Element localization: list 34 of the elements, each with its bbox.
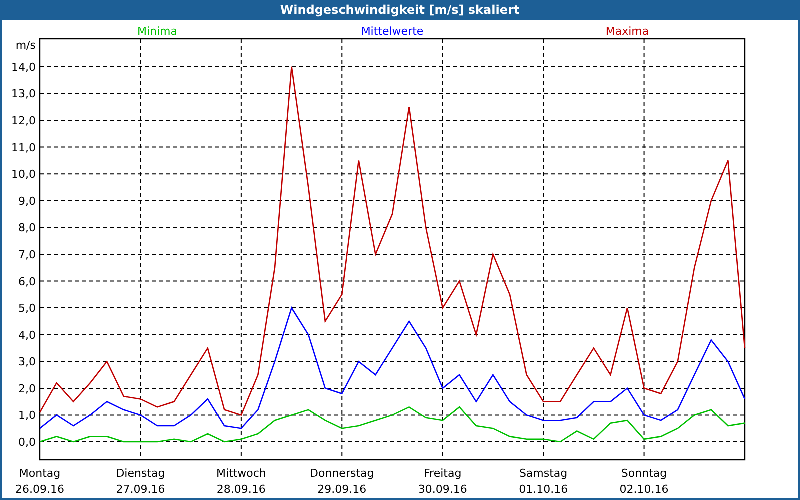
date-label: 01.10.16	[519, 483, 568, 496]
x-tick-label: Freitag	[424, 467, 462, 480]
x-tick-label: Donnerstag	[310, 467, 374, 480]
x-tick-label: Dienstag	[116, 467, 166, 480]
window-title: Windgeschwindigkeit [m/s] skaliert	[0, 0, 800, 20]
x-tick-label: Mittwoch	[216, 467, 266, 480]
date-label: 28.09.16	[216, 483, 266, 496]
legend-label: Minima	[137, 25, 178, 38]
y-tick-label: 14,0	[12, 60, 36, 74]
y-tick-label: 9,0	[18, 194, 36, 208]
y-tick-label: 11,0	[12, 141, 36, 154]
y-tick-label: 0,0	[18, 436, 36, 450]
y-tick-label: 1,0	[18, 409, 36, 422]
x-tick-label: Sonntag	[621, 467, 668, 480]
date-label: 26.09.16	[16, 483, 64, 496]
y-tick-label: 2,0	[18, 382, 36, 396]
date-label: 02.10.16	[620, 483, 669, 496]
legend-label: Maxima	[606, 25, 650, 38]
date-label: 30.09.16	[418, 483, 468, 496]
y-tick-label: 5,0	[18, 302, 36, 316]
y-tick-label: 3,0	[18, 356, 36, 369]
x-tick-label: Samstag	[519, 467, 568, 480]
date-label: 29.09.16	[318, 483, 367, 496]
y-tick-label: 10,0	[12, 168, 36, 182]
x-tick-label: Montag	[19, 467, 61, 480]
y-tick-label: 7,0	[18, 248, 36, 262]
y-tick-label: 12,0	[12, 114, 36, 128]
y-tick-label: 4,0	[18, 328, 36, 342]
y-tick-label: 13,0	[12, 88, 36, 101]
date-label: 27.09.16	[116, 483, 166, 496]
legend-label: Mittelwerte	[361, 25, 424, 38]
y-tick-label: 6,0	[18, 275, 36, 288]
axis-unit-label: m/s	[16, 39, 36, 52]
y-tick-label: 8,0	[18, 222, 36, 235]
